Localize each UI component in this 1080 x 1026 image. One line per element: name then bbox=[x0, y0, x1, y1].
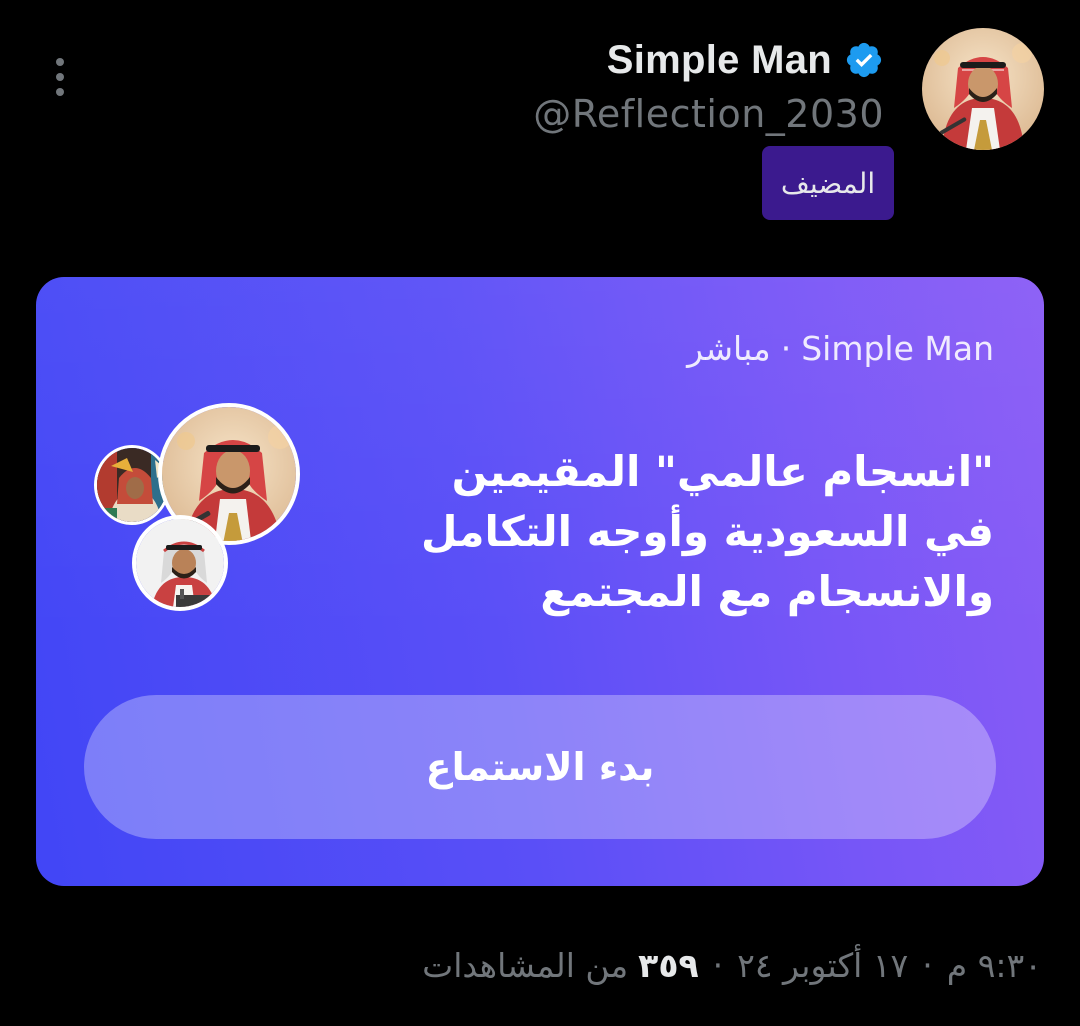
author-info: Simple Man @Reflection_2030 bbox=[533, 30, 884, 138]
live-status: مباشر bbox=[687, 329, 771, 368]
participant-avatars bbox=[94, 403, 304, 613]
space-title: "انسجام عالمي" المقيمين في السعودية وأوج… bbox=[421, 447, 994, 616]
space-host-name: Simple Man bbox=[801, 329, 994, 368]
meta-dot: · bbox=[712, 946, 724, 985]
start-listening-button[interactable]: بدء الاستماع bbox=[84, 695, 996, 839]
post-meta: ٩:٣٠ م · ١٧ أكتوبر ٢٤ · ٣٥٩ من المشاهدات bbox=[422, 946, 1042, 985]
meta-dot: · bbox=[922, 946, 933, 985]
dot bbox=[56, 73, 64, 81]
verified-badge-icon bbox=[846, 42, 882, 78]
author-avatar[interactable] bbox=[922, 28, 1044, 150]
meta-separator: · bbox=[780, 329, 792, 368]
post-time[interactable]: ٩:٣٠ م bbox=[947, 946, 1042, 985]
post-date[interactable]: ١٧ أكتوبر ٢٤ bbox=[737, 946, 908, 985]
author-handle[interactable]: @Reflection_2030 bbox=[533, 90, 884, 138]
avatar-photo bbox=[922, 28, 1044, 150]
views-count: ٣٥٩ bbox=[638, 946, 699, 985]
participant-avatar bbox=[132, 515, 228, 611]
dot bbox=[56, 58, 64, 66]
space-card[interactable]: Simple Man · مباشر "انسجام عالمي" المقيم… bbox=[36, 277, 1044, 886]
host-badge: المضيف bbox=[762, 146, 894, 220]
post-detail: Simple Man @Reflection_2030 المضيف Simpl… bbox=[0, 0, 1080, 1026]
dot bbox=[56, 88, 64, 96]
more-options-icon[interactable] bbox=[44, 50, 76, 104]
space-meta: Simple Man · مباشر bbox=[687, 329, 994, 368]
author-display-name[interactable]: Simple Man bbox=[607, 38, 832, 83]
views-label: من المشاهدات bbox=[422, 946, 629, 985]
avatar-photo bbox=[136, 519, 224, 607]
author-name-row[interactable]: Simple Man bbox=[533, 30, 884, 90]
